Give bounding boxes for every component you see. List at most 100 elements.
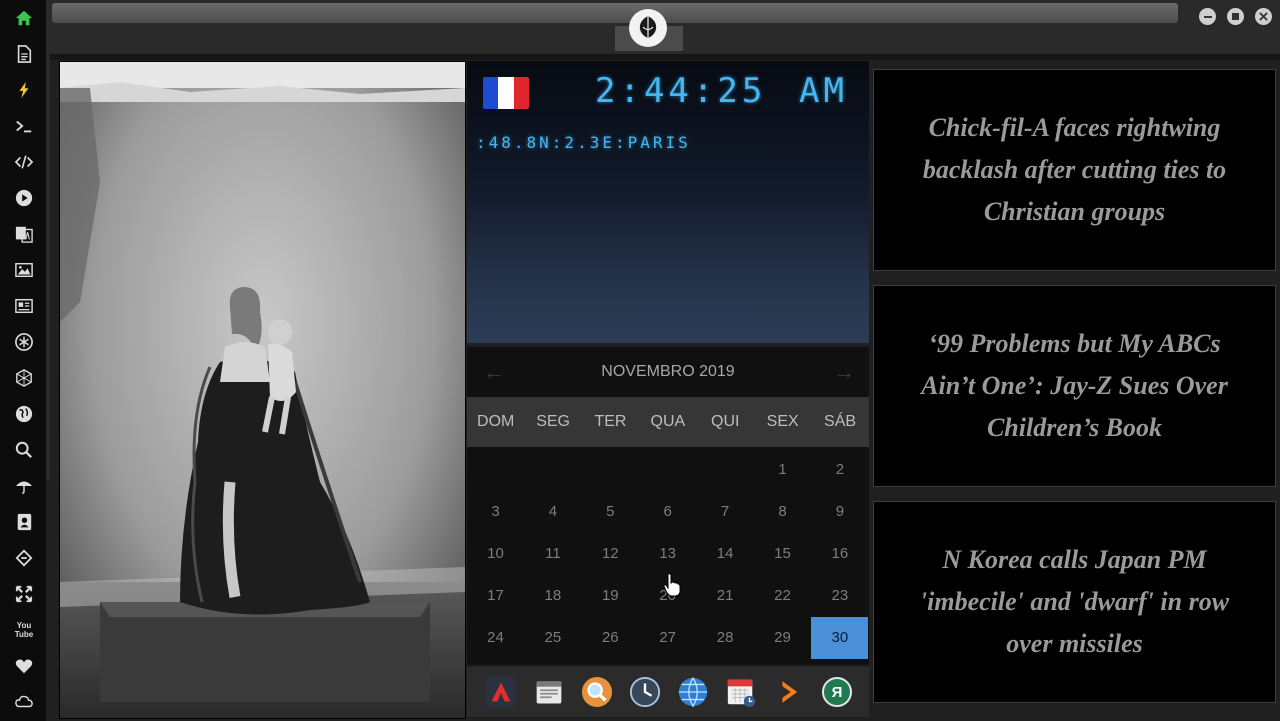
next-month-button[interactable]: → bbox=[833, 359, 855, 385]
translate-icon[interactable] bbox=[13, 223, 35, 245]
calendar-month-label: NOVEMBRO 2019 bbox=[601, 363, 735, 380]
umbrella-icon[interactable] bbox=[13, 475, 35, 497]
code-icon[interactable] bbox=[13, 151, 35, 173]
terminal-icon[interactable] bbox=[13, 115, 35, 137]
photo-panel bbox=[59, 61, 466, 719]
weekday-label: SEG bbox=[536, 413, 570, 430]
calendar-day[interactable]: 27 bbox=[639, 617, 696, 659]
calendar-icon[interactable] bbox=[724, 675, 758, 709]
calendar-day[interactable]: 28 bbox=[697, 617, 754, 659]
calendar-day[interactable]: 4 bbox=[524, 491, 581, 533]
calendar-day[interactable]: 26 bbox=[582, 617, 639, 659]
flag-stripe-blue bbox=[483, 77, 499, 109]
weekday-label: TER bbox=[594, 413, 627, 430]
lightning-icon[interactable] bbox=[13, 79, 35, 101]
address-bar[interactable] bbox=[52, 3, 1178, 23]
calendar-day[interactable]: 21 bbox=[697, 575, 754, 617]
calendar-day[interactable]: 15 bbox=[754, 533, 811, 575]
rebel-alliance-icon[interactable] bbox=[629, 9, 667, 47]
yandex-icon[interactable]: Я bbox=[820, 675, 854, 709]
calendar-day[interactable]: 14 bbox=[697, 533, 754, 575]
news-headline[interactable]: ‘99 Problems but My ABCs Ain’t One’: Jay… bbox=[874, 323, 1275, 449]
flag-stripe-white bbox=[498, 77, 514, 109]
home-icon[interactable] bbox=[13, 7, 35, 29]
globe-icon[interactable] bbox=[676, 675, 710, 709]
calendar-day[interactable]: 5 bbox=[582, 491, 639, 533]
calendar-header: ← NOVEMBRO 2019 → bbox=[467, 347, 869, 397]
close-button[interactable] bbox=[1255, 8, 1272, 25]
calendar-day[interactable]: 23 bbox=[811, 575, 868, 617]
weekday-label: QUI bbox=[711, 413, 740, 430]
youtube-label: You Tube bbox=[14, 621, 34, 639]
calendar-day[interactable]: 13 bbox=[639, 533, 696, 575]
minimize-button[interactable] bbox=[1199, 8, 1216, 25]
adobe-icon[interactable] bbox=[484, 675, 518, 709]
calendar-day[interactable]: 19 bbox=[582, 575, 639, 617]
clock-icon[interactable] bbox=[628, 675, 662, 709]
maximize-icon bbox=[1232, 13, 1239, 20]
world-clock-widget: 2:44:25 AM :48.8N:2.3E:PARIS bbox=[467, 61, 869, 343]
pointer-cursor-icon bbox=[663, 573, 681, 597]
rebel-icon[interactable] bbox=[13, 331, 35, 353]
calendar-day[interactable]: 24 bbox=[467, 617, 524, 659]
news-card[interactable]: Chick-fil-A faces rightwing backlash aft… bbox=[873, 69, 1276, 271]
weekday-label: DOM bbox=[477, 413, 515, 430]
document-icon[interactable] bbox=[13, 43, 35, 65]
news-card[interactable]: N Korea calls Japan PM 'imbecile' and 'd… bbox=[873, 501, 1276, 703]
app-dock: Я bbox=[467, 667, 869, 717]
prev-month-button[interactable]: ← bbox=[483, 359, 505, 385]
globe-icon[interactable] bbox=[13, 403, 35, 425]
maximize-button[interactable] bbox=[1227, 8, 1244, 25]
yandex-label: Я bbox=[831, 683, 843, 701]
calendar-day[interactable]: 2 bbox=[811, 449, 868, 491]
weekday-label: SEX bbox=[766, 413, 799, 430]
image-icon[interactable] bbox=[13, 259, 35, 281]
calendar-day[interactable]: 3 bbox=[467, 491, 524, 533]
sidebar bbox=[0, 0, 46, 721]
search-icon[interactable] bbox=[13, 439, 35, 461]
weekday-label: SÁB bbox=[824, 413, 857, 430]
calendar-day[interactable]: 8 bbox=[754, 491, 811, 533]
top-divider bbox=[50, 54, 1280, 60]
calendar-day[interactable]: 10 bbox=[467, 533, 524, 575]
clock-time: 2:44:25 bbox=[595, 71, 767, 111]
calendar-day[interactable]: 1 bbox=[754, 449, 811, 491]
arrow-icon[interactable] bbox=[772, 675, 806, 709]
calendar-day[interactable]: 25 bbox=[524, 617, 581, 659]
calendar-day[interactable]: 22 bbox=[754, 575, 811, 617]
france-flag-icon bbox=[483, 77, 529, 109]
calendar-day[interactable]: 7 bbox=[697, 491, 754, 533]
calendar-day-today[interactable]: 30 bbox=[811, 617, 869, 659]
news-headline[interactable]: N Korea calls Japan PM 'imbecile' and 'd… bbox=[874, 539, 1275, 665]
calendar-day[interactable]: 16 bbox=[811, 533, 868, 575]
play-icon[interactable] bbox=[13, 187, 35, 209]
hash-icon[interactable] bbox=[13, 547, 35, 569]
contacts-icon[interactable] bbox=[13, 511, 35, 533]
calendar-day[interactable]: 18 bbox=[524, 575, 581, 617]
calendar-day[interactable]: 17 bbox=[467, 575, 524, 617]
calendar-weekday-row: DOM SEG TER QUA QUI SEX SÁB bbox=[467, 397, 869, 447]
calendar-day[interactable]: 12 bbox=[582, 533, 639, 575]
heart-icon[interactable] bbox=[13, 655, 35, 677]
calendar-day[interactable]: 9 bbox=[811, 491, 868, 533]
cloud-icon[interactable] bbox=[13, 691, 35, 713]
youtube-icon[interactable]: You Tube bbox=[13, 619, 35, 641]
portrait-photo bbox=[60, 62, 465, 718]
calendar-day[interactable]: 6 bbox=[639, 491, 696, 533]
expand-icon[interactable] bbox=[13, 583, 35, 605]
magnifier-icon[interactable] bbox=[580, 675, 614, 709]
minimize-icon bbox=[1203, 15, 1212, 18]
flag-stripe-red bbox=[513, 77, 529, 109]
hexagon-icon[interactable] bbox=[13, 367, 35, 389]
calendar-day[interactable]: 29 bbox=[754, 617, 811, 659]
weekday-label: QUA bbox=[650, 413, 686, 430]
calendar-day[interactable]: 11 bbox=[524, 533, 581, 575]
calendar-list-icon[interactable] bbox=[532, 675, 566, 709]
close-icon bbox=[1259, 12, 1268, 21]
news-headline[interactable]: Chick-fil-A faces rightwing backlash aft… bbox=[874, 107, 1275, 233]
news-card[interactable]: ‘99 Problems but My ABCs Ain’t One’: Jay… bbox=[873, 285, 1276, 487]
news-icon[interactable] bbox=[13, 295, 35, 317]
clock-ampm: AM bbox=[799, 71, 848, 111]
clock-location: :48.8N:2.3E:PARIS bbox=[476, 133, 691, 152]
sidebar-scrollbar[interactable] bbox=[46, 0, 50, 480]
